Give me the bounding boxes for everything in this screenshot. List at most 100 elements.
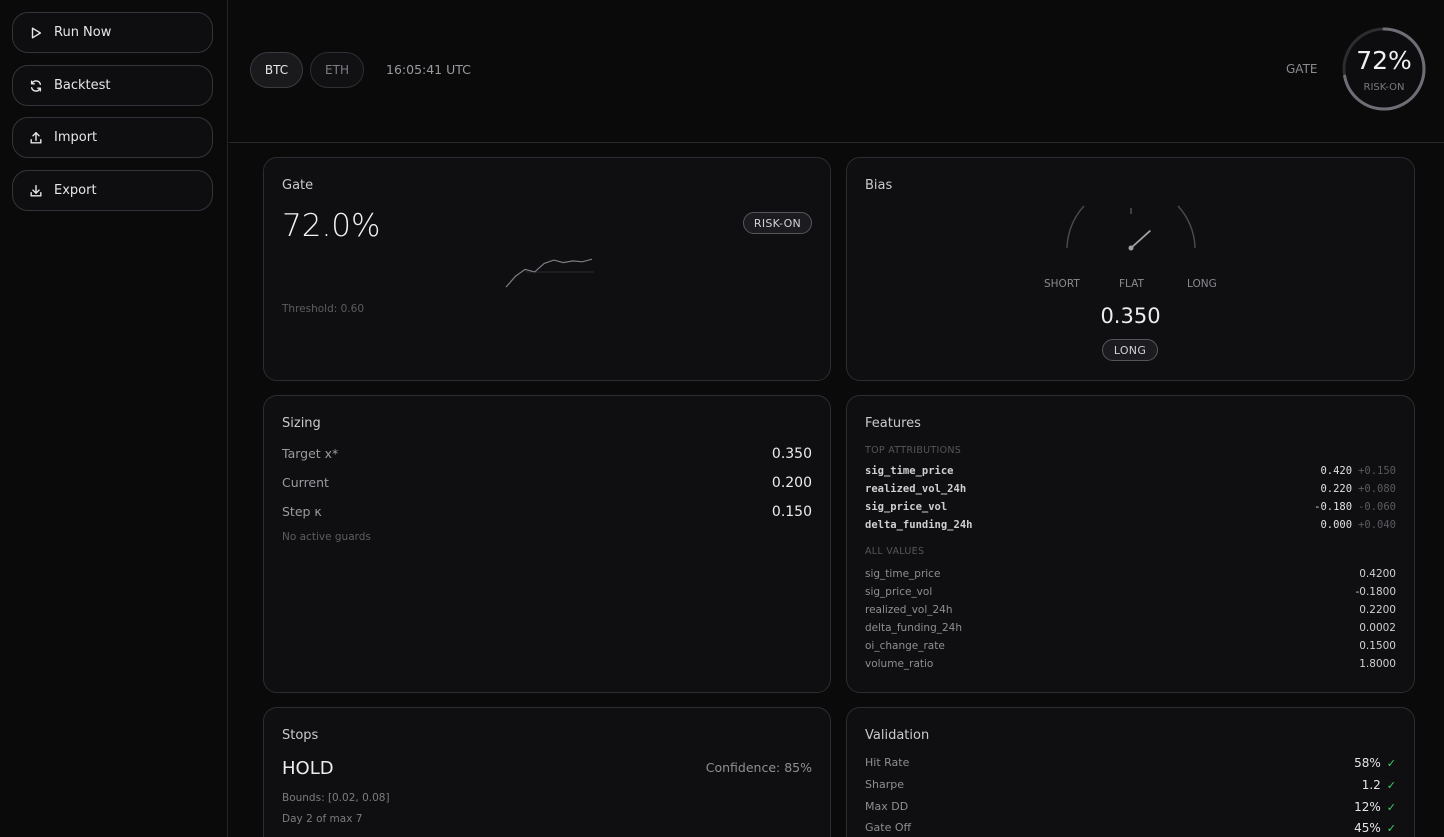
export-button[interactable]: Export [12, 170, 213, 211]
value-row: sig_time_price 0.4200 [865, 568, 1396, 580]
all-values-label: ALL VALUES [865, 546, 925, 557]
metric-value: 12% [1354, 800, 1381, 814]
gate-status-badge: RISK-ON [743, 212, 812, 234]
sizing-row-target: Target x* 0.350 [282, 446, 812, 462]
dial-arc-long [1177, 205, 1196, 249]
bias-direction-badge: LONG [1102, 339, 1158, 361]
stops-confidence: Confidence: 85% [705, 760, 812, 775]
bias-value: 0.350 [1100, 304, 1161, 328]
asset-tab-label: BTC [264, 63, 289, 77]
attribution-row: sig_price_vol -0.180 -0.060 [865, 501, 1396, 513]
feature-name: sig_price_vol [865, 586, 933, 598]
feature-value: -0.180 [1314, 501, 1353, 513]
attribution-row: sig_time_price 0.420 +0.150 [865, 465, 1396, 477]
check-icon: ✓ [1386, 801, 1396, 814]
dial-needle [1130, 230, 1151, 249]
bias-card: Bias SHORT FLAT LONG 0.350 LONG [846, 157, 1415, 381]
row-label: Step κ [282, 504, 322, 519]
badge-label: RISK-ON [753, 216, 802, 230]
stops-bounds: Bounds: [0.02, 0.08] [282, 792, 390, 804]
top-attributions-label: TOP ATTRIBUTIONS [865, 445, 962, 456]
feature-value: 0.420 [1320, 465, 1353, 477]
row-value: 0.200 [771, 475, 812, 491]
card-title: Sizing [282, 416, 321, 431]
feature-value: 0.4200 [1359, 568, 1396, 580]
validation-card: Validation Hit Rate 58% ✓ Sharpe 1.2 ✓ Max… [846, 707, 1415, 837]
asset-tab-label: ETH [325, 63, 349, 77]
check-icon: ✓ [1386, 779, 1396, 792]
metric-value: 1.2 [1361, 778, 1381, 792]
feature-delta: +0.150 [1358, 465, 1396, 477]
top-header: BTC ETH 16:05:41 UTC GATE 72% RISK-ON [229, 0, 1444, 143]
row-value: 0.150 [771, 504, 812, 520]
gate-value: 72.0% [282, 208, 381, 244]
dial-label-flat: FLAT [1119, 278, 1144, 290]
clock-readout: 16:05:41 UTC [386, 62, 471, 77]
dial-label-long: LONG [1187, 278, 1217, 290]
feature-name: delta_funding_24h [865, 519, 973, 531]
validation-row: Sharpe 1.2 ✓ [865, 778, 1396, 792]
run-now-label: Run Now [54, 25, 112, 40]
metric-label: Hit Rate [865, 756, 910, 769]
bias-dial [1066, 205, 1196, 251]
validation-row: Gate Off 45% ✓ [865, 821, 1396, 835]
gate-sparkline [505, 258, 594, 288]
attribution-row: realized_vol_24h 0.220 +0.080 [865, 483, 1396, 495]
feature-value: 0.0002 [1359, 622, 1396, 634]
metric-value: 45% [1354, 821, 1381, 835]
import-label: Import [54, 130, 98, 145]
feature-delta: +0.040 [1358, 519, 1396, 531]
feature-value: 1.8000 [1359, 658, 1396, 670]
asset-tab-btc[interactable]: BTC [250, 52, 303, 88]
check-icon: ✓ [1386, 822, 1396, 835]
card-title: Features [865, 416, 921, 431]
backtest-button[interactable]: Backtest [12, 65, 213, 106]
stops-card: Stops HOLD Confidence: 85% Bounds: [0.02… [263, 707, 831, 837]
feature-value: -0.1800 [1355, 586, 1396, 598]
feature-name: sig_time_price [865, 465, 954, 477]
feature-name: realized_vol_24h [865, 483, 967, 495]
metric-label: Gate Off [865, 821, 912, 834]
value-row: oi_change_rate 0.1500 [865, 640, 1396, 652]
feature-value: 0.1500 [1359, 640, 1396, 652]
gate-card: Gate 72.0% RISK-ON Threshold: 0.60 [263, 157, 831, 381]
metric-label: Sharpe [865, 778, 904, 791]
gate-label: GATE [1286, 62, 1318, 76]
card-title: Bias [865, 178, 893, 193]
validation-row: Max DD 12% ✓ [865, 800, 1396, 814]
export-label: Export [54, 183, 97, 198]
dial-arc-short [1066, 205, 1085, 249]
features-card: Features TOP ATTRIBUTIONS sig_time_price… [846, 395, 1415, 693]
feature-name: delta_funding_24h [865, 622, 963, 634]
metric-label: Max DD [865, 800, 909, 813]
feature-value: 0.220 [1320, 483, 1353, 495]
attribution-row: delta_funding_24h 0.000 +0.040 [865, 519, 1396, 531]
backtest-label: Backtest [54, 78, 111, 93]
value-row: realized_vol_24h 0.2200 [865, 604, 1396, 616]
card-title: Gate [282, 178, 314, 193]
value-row: delta_funding_24h 0.0002 [865, 622, 1396, 634]
feature-delta: -0.060 [1358, 501, 1396, 513]
import-button[interactable]: Import [12, 117, 213, 158]
upload-icon [30, 131, 42, 144]
sparkline-path [505, 258, 593, 288]
value-row: sig_price_vol -0.1800 [865, 586, 1396, 598]
refresh-icon [30, 79, 42, 92]
feature-name: volume_ratio [865, 658, 934, 670]
gate-ring-percent: 72% [1356, 46, 1412, 75]
metric-value: 58% [1354, 756, 1381, 770]
feature-name: realized_vol_24h [865, 604, 953, 616]
feature-name: sig_price_vol [865, 501, 948, 513]
row-value: 0.350 [771, 446, 812, 462]
validation-row: Hit Rate 58% ✓ [865, 756, 1396, 770]
feature-value: 0.000 [1320, 519, 1353, 531]
feature-name: sig_time_price [865, 568, 941, 580]
asset-tab-eth[interactable]: ETH [310, 52, 364, 88]
sizing-row-current: Current 0.200 [282, 475, 812, 491]
download-icon [30, 184, 42, 197]
card-title: Stops [282, 728, 319, 743]
feature-value: 0.2200 [1359, 604, 1396, 616]
run-now-button[interactable]: Run Now [12, 12, 213, 53]
dial-label-short: SHORT [1044, 278, 1080, 290]
stops-action: HOLD [282, 758, 334, 779]
